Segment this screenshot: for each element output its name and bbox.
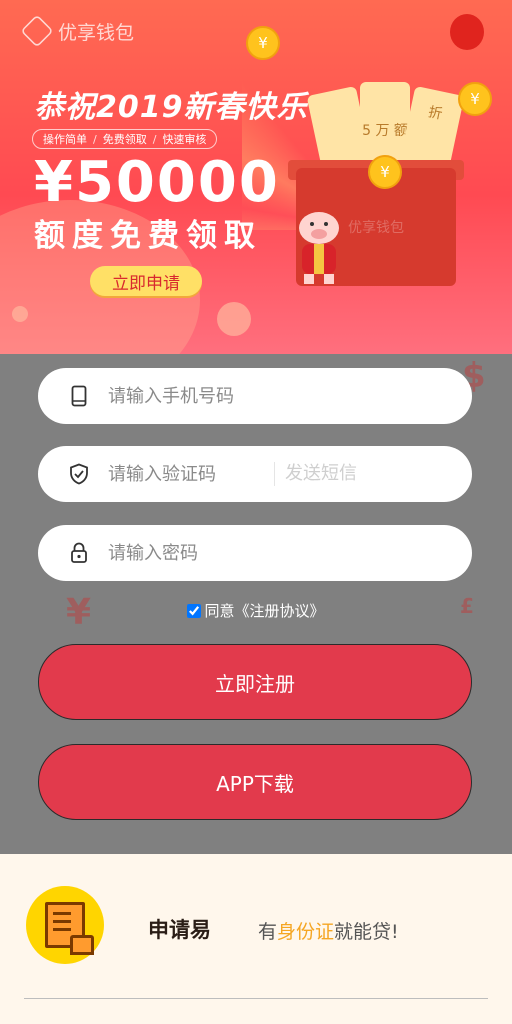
divider xyxy=(24,998,488,999)
feature-desc-suffix: 就能贷! xyxy=(334,921,399,943)
feature-desc-highlight: 身份证 xyxy=(277,921,335,943)
send-sms-button[interactable]: 发送短信 xyxy=(274,462,357,486)
coupon-label: 5 万 额 xyxy=(362,123,408,139)
brand-logo-icon xyxy=(20,14,54,48)
shield-icon xyxy=(68,463,90,485)
agreement-row[interactable]: 同意《注册协议》 xyxy=(0,600,512,621)
agreement-checkbox[interactable] xyxy=(187,603,202,618)
verification-code-input[interactable] xyxy=(106,462,280,486)
coin-icon: ¥ xyxy=(246,26,280,60)
feature-tag: 操作简单 xyxy=(43,133,87,146)
agreement-label[interactable]: 同意《注册协议》 xyxy=(204,600,324,621)
coin-symbol: ¥ xyxy=(470,90,480,108)
credit-amount-subtitle: 额度免费领取 xyxy=(34,218,262,254)
feature-title: 申请易 xyxy=(148,918,211,942)
lock-icon xyxy=(68,542,90,564)
credit-amount: ¥50000 xyxy=(34,150,280,215)
feature-desc-prefix: 有 xyxy=(258,921,278,943)
pig-mascot-icon xyxy=(299,212,339,284)
feature-description: 有身份证就能贷! xyxy=(258,917,399,944)
new-year-greeting: 恭祝2019新春快乐 xyxy=(34,90,308,125)
id-document-icon xyxy=(45,902,94,955)
coin-symbol: ¥ xyxy=(380,163,390,181)
phone-icon xyxy=(68,385,90,407)
decor-circle xyxy=(217,302,251,336)
gift-box-label: 优享钱包 xyxy=(348,220,404,236)
coin-icon: ¥ xyxy=(368,155,402,189)
lantern-icon xyxy=(450,14,484,50)
code-field[interactable]: 发送短信 xyxy=(38,446,472,502)
coin-icon: ¥ xyxy=(458,82,492,116)
feature-tags: 操作简单 免费领取 快速审核 xyxy=(32,129,218,149)
feature-tag: 快速审核 xyxy=(153,131,206,147)
coupon-label: 折 xyxy=(426,104,444,123)
stamp-icon xyxy=(70,935,94,955)
phone-input[interactable] xyxy=(106,384,280,408)
register-button[interactable]: 立即注册 xyxy=(38,644,472,720)
feature-badge xyxy=(26,886,104,964)
hero-banner: 优享钱包 恭祝2019新春快乐 操作简单 免费领取 快速审核 ¥50000 额度… xyxy=(0,0,512,354)
password-input[interactable] xyxy=(106,541,280,565)
feature-tag: 免费领取 xyxy=(93,131,147,147)
phone-field[interactable] xyxy=(38,368,472,424)
apply-now-button[interactable]: 立即申请 xyxy=(90,266,202,296)
password-field[interactable] xyxy=(38,525,472,581)
brand-logo: 优享钱包 xyxy=(20,14,135,48)
coin-symbol: ¥ xyxy=(258,34,268,52)
decor-circle xyxy=(12,306,28,322)
brand-name: 优享钱包 xyxy=(58,21,135,44)
app-download-button[interactable]: APP下载 xyxy=(38,744,472,820)
